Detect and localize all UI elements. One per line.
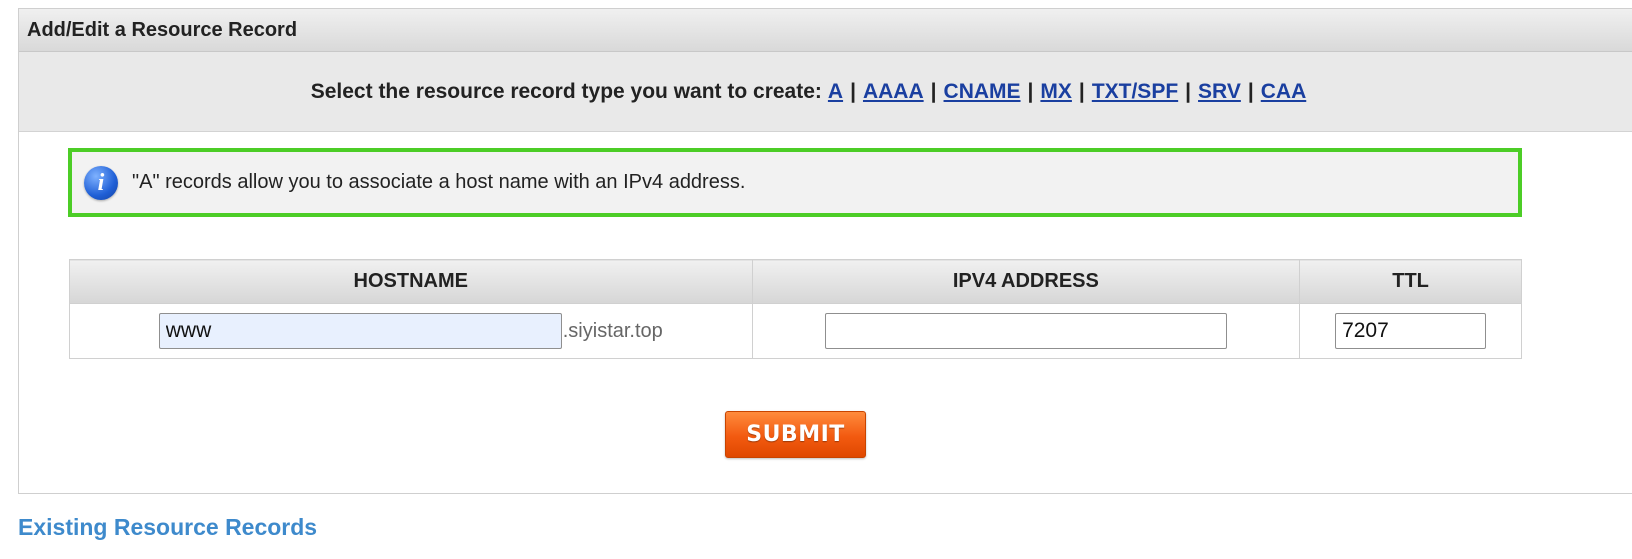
existing-records-heading: Existing Resource Records [18,514,318,540]
separator: | [1247,79,1254,103]
record-type-link-txt-spf[interactable]: TXT/SPF [1092,80,1178,104]
hostname-cell: .siyistar.top [69,303,753,359]
record-type-link-cname[interactable]: CNAME [944,80,1021,104]
info-icon: i [84,165,118,200]
record-type-link-a[interactable]: A [828,80,843,104]
separator: | [1185,79,1192,103]
ipv4-address-input[interactable] [824,313,1227,349]
column-header-hostname: HOSTNAME [69,259,753,304]
info-icon-glyph: i [97,169,105,196]
record-type-selector: Select the resource record type you want… [19,52,1632,132]
record-type-link-mx[interactable]: MX [1040,80,1072,104]
info-message-text: "A" records allow you to associate a hos… [132,171,746,193]
table-row: .siyistar.top [69,303,1522,359]
separator: | [850,79,856,103]
hostname-input[interactable] [158,313,562,349]
record-type-link-aaaa[interactable]: AAAA [863,80,924,104]
record-type-prompt: Select the resource record type you want… [310,79,822,103]
ipv4-cell [751,303,1301,359]
separator: | [1078,79,1085,103]
separator: | [1027,79,1034,103]
domain-suffix: .siyistar.top [562,319,663,342]
info-message-box: i "A" records allow you to associate a h… [68,148,1522,217]
hostname-field-group: .siyistar.top [158,313,663,349]
column-header-ipv4-address: IPV4 ADDRESS [751,259,1301,304]
separator: | [930,79,937,103]
record-form-table: HOSTNAME IPV4 ADDRESS TTL .siyistar.top [69,259,1522,359]
panel-title: Add/Edit a Resource Record [19,9,1632,52]
record-type-link-caa[interactable]: CAA [1261,80,1307,104]
column-header-ttl: TTL [1299,259,1522,304]
ttl-input[interactable] [1335,313,1487,349]
record-type-link-srv[interactable]: SRV [1198,80,1241,104]
submit-button[interactable]: SUBMIT [725,411,866,458]
ttl-cell [1299,303,1522,359]
